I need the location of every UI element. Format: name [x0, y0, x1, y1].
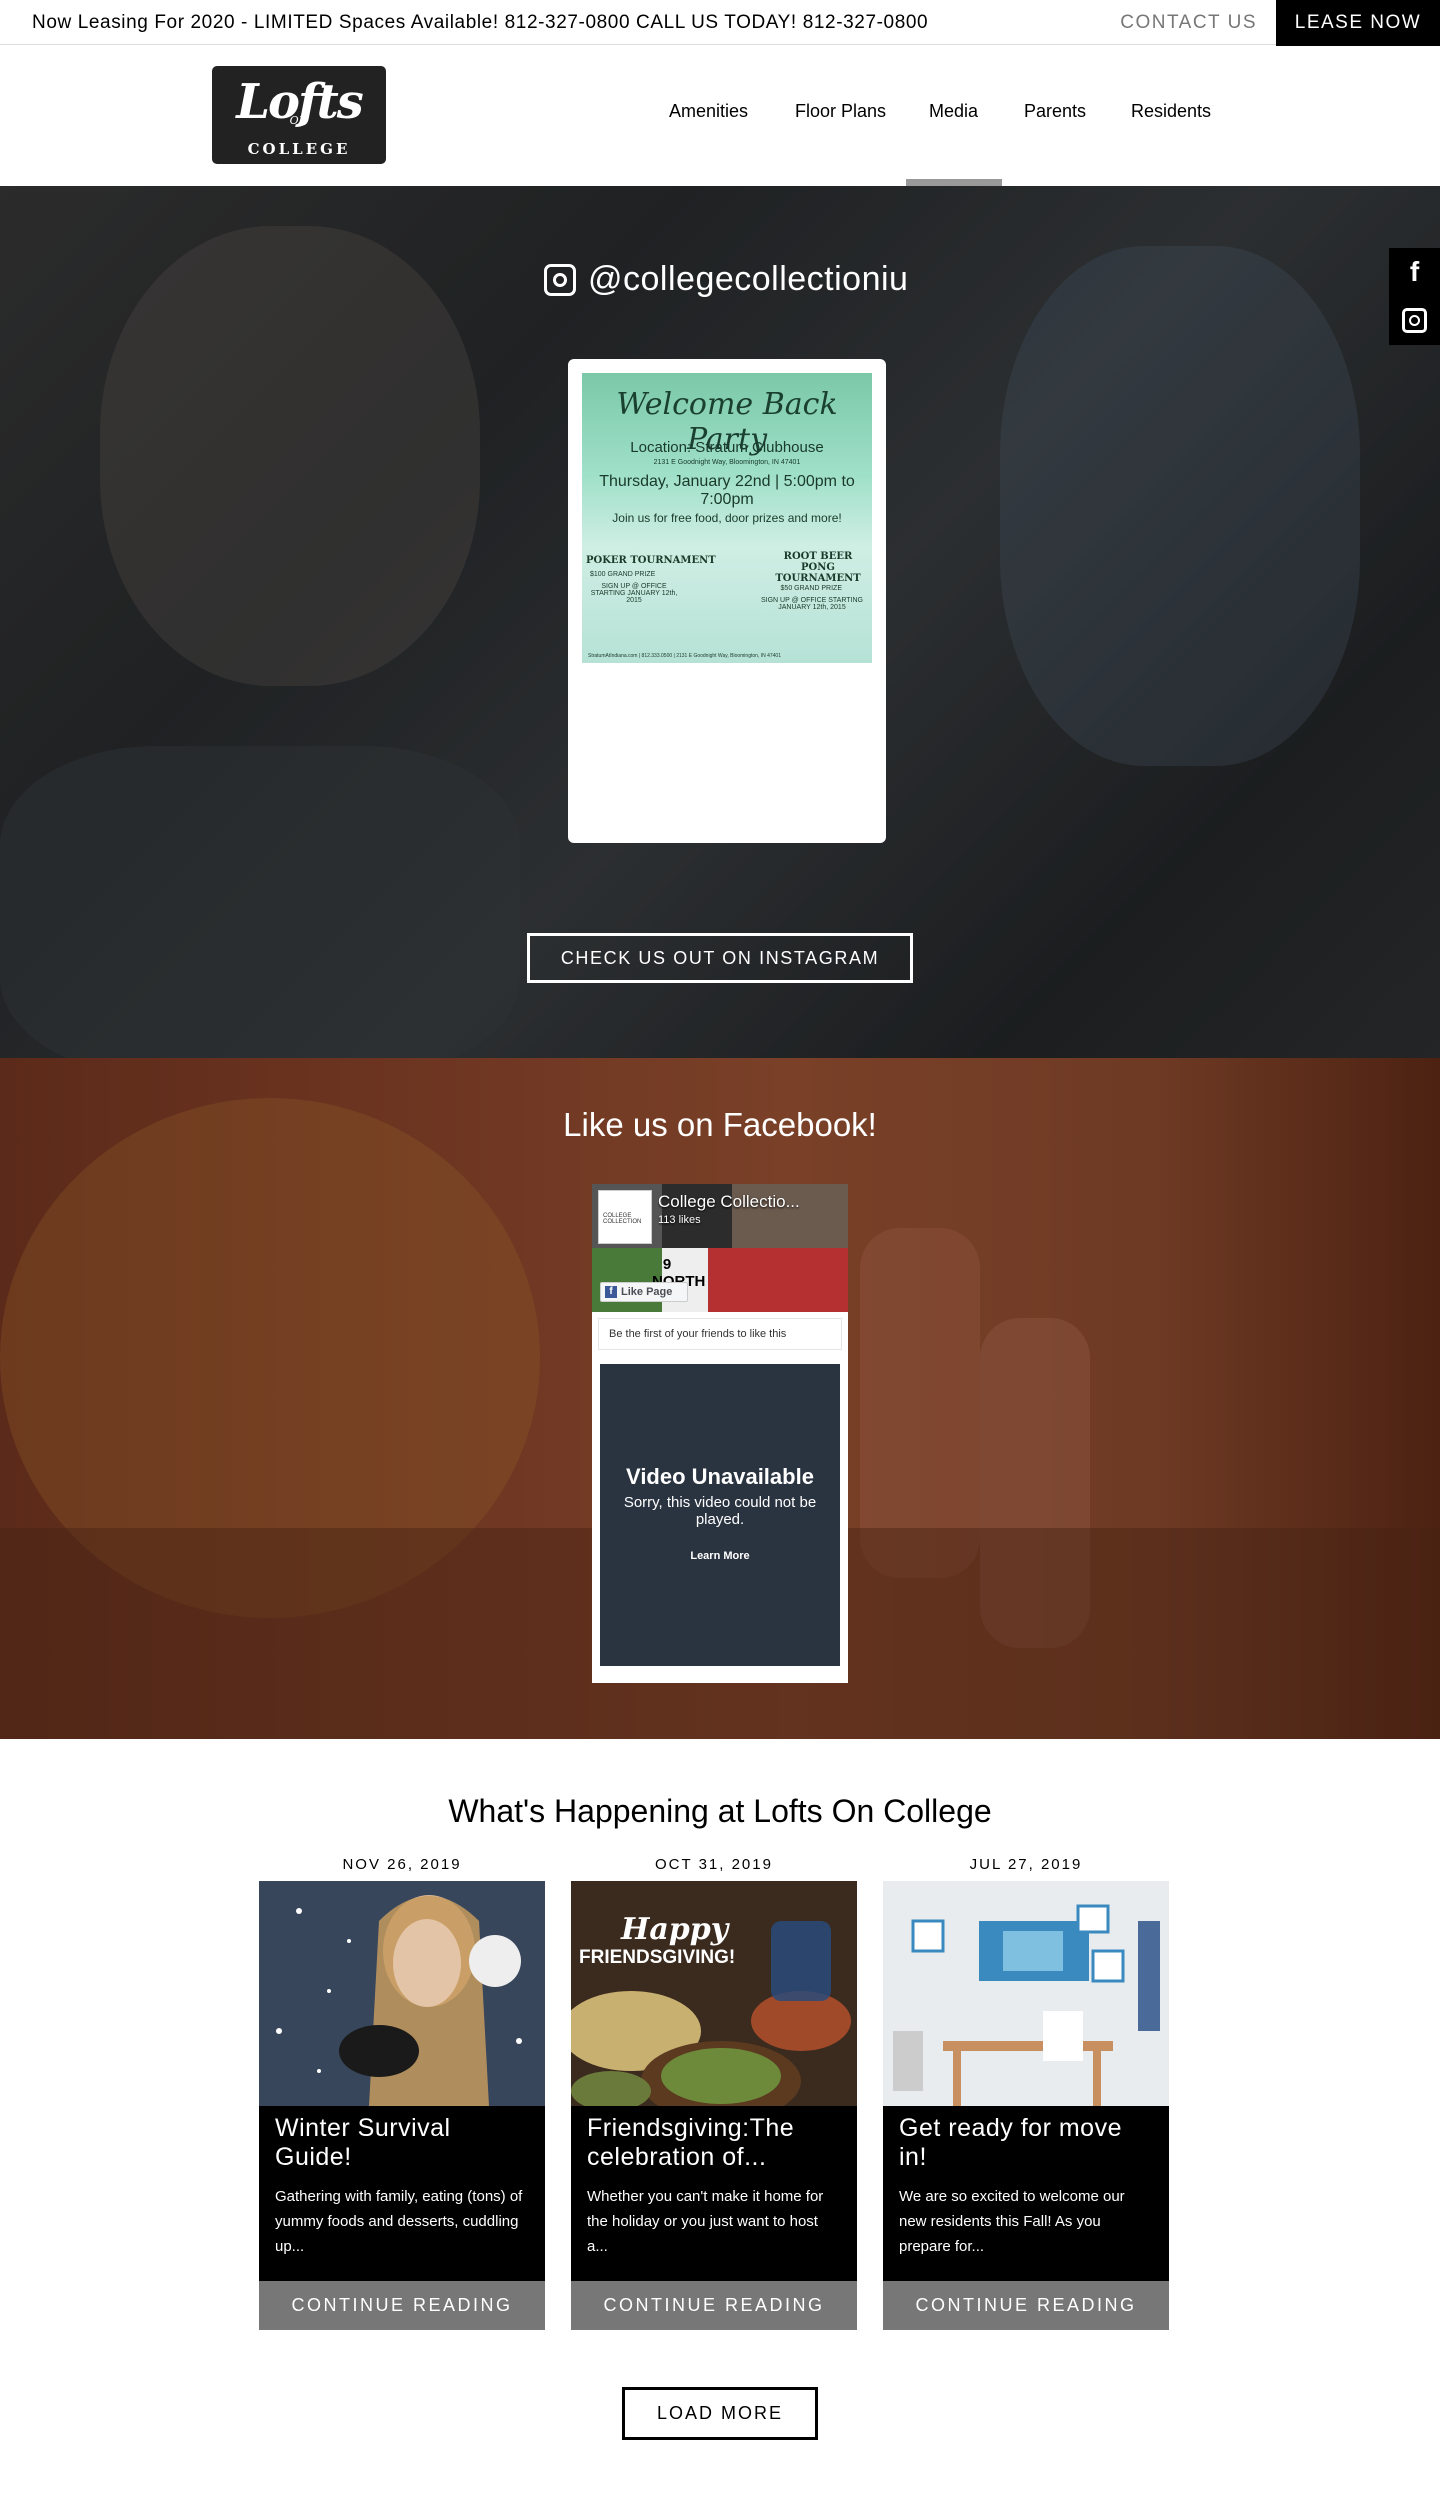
news-text-block: Friendsgiving:The celebration of... Whet…: [571, 2106, 857, 2281]
continue-reading-button[interactable]: CONTINUE READING: [883, 2281, 1169, 2330]
instagram-section: @collegecollectioniu Welcome Back Party …: [0, 186, 1440, 1058]
instagram-handle-text: @collegecollectioniu: [588, 260, 909, 298]
site-logo[interactable]: Lofts ON COLLEGE: [212, 66, 386, 164]
facebook-heading: Like us on Facebook!: [563, 1106, 877, 1143]
post-address: 2131 E Goodnight Way, Bloomington, IN 47…: [653, 459, 801, 466]
cover-tile: [708, 1248, 848, 1312]
news-date: OCT 31, 2019: [655, 1856, 773, 1873]
load-more-button[interactable]: LOAD MORE: [622, 2387, 818, 2440]
news-image-winter[interactable]: [259, 1881, 545, 2106]
image-text-happy: Happy: [620, 1912, 731, 1947]
instagram-icon: [544, 263, 576, 296]
news-excerpt: Gathering with family, eating (tons) of …: [275, 2188, 523, 2255]
facebook-friends-text: Be the first of your friends to like thi…: [598, 1318, 842, 1350]
news-title[interactable]: Get ready for move in!: [899, 2114, 1153, 2172]
news-section: What's Happening at Lofts On College NOV…: [0, 1739, 1440, 2500]
instagram-feed-card[interactable]: Welcome Back Party Location: Stratum Clu…: [568, 359, 886, 843]
news-card[interactable]: NOV 26, 2019 Winter Survival Guide! Gath…: [259, 1855, 545, 2330]
post-rootbeer-signup: SIGN UP @ OFFICE STARTING JANUARY 12th, …: [760, 597, 863, 611]
facebook-icon: f: [605, 1286, 617, 1298]
background-photo-detail: [860, 1228, 980, 1578]
facebook-page-widget[interactable]: COLLEGE COLLECTION College Collectio... …: [592, 1184, 848, 1683]
like-page-label: Like Page: [621, 1286, 673, 1298]
facebook-section: Like us on Facebook! COLLEGE COLLECTION …: [0, 1058, 1440, 1739]
winter-photo: [259, 1881, 545, 2106]
announcement-bar: Now Leasing For 2020 - LIMITED Spaces Av…: [0, 0, 1440, 46]
instagram-cta-button[interactable]: CHECK US OUT ON INSTAGRAM: [527, 933, 913, 983]
announcement-text: Now Leasing For 2020 - LIMITED Spaces Av…: [32, 12, 929, 33]
news-card[interactable]: OCT 31, 2019 Happy FRIENDSGIVING! Friend…: [571, 1855, 857, 2330]
facebook-video-player[interactable]: Video Unavailable Sorry, this video coul…: [600, 1364, 840, 1666]
nav-item-media[interactable]: Media: [929, 101, 978, 122]
main-header: Lofts ON COLLEGE Amenities Floor Plans M…: [0, 46, 1440, 186]
nav-active-indicator: [906, 179, 1002, 186]
facebook-page-name[interactable]: College Collectio...: [658, 1192, 844, 1212]
image-text-friendsgiving: FRIENDSGIVING!: [579, 1947, 735, 1968]
move-in-photo: [883, 1881, 1169, 2106]
friendsgiving-photo: Happy FRIENDSGIVING!: [571, 1881, 857, 2106]
post-location: Location: Stratum Clubhouse: [630, 439, 824, 456]
facebook-page-avatar[interactable]: COLLEGE COLLECTION: [598, 1190, 652, 1244]
nav-item-parents[interactable]: Parents: [1024, 101, 1086, 122]
post-poker-title: POKER TOURNAMENT: [586, 555, 716, 566]
avatar-text: COLLEGE COLLECTION: [603, 1213, 642, 1225]
news-text-block: Get ready for move in! We are so excited…: [883, 2106, 1169, 2281]
news-heading: What's Happening at Lofts On College: [448, 1793, 992, 1829]
news-text-block: Winter Survival Guide! Gathering with fa…: [259, 2106, 545, 2281]
post-date: Thursday, January 22nd | 5:00pm to 7:00p…: [599, 473, 855, 508]
facebook-icon[interactable]: f: [1389, 248, 1440, 296]
news-excerpt: We are so excited to welcome our new res…: [899, 2188, 1125, 2255]
news-date: JUL 27, 2019: [969, 1856, 1083, 1873]
nav-item-amenities[interactable]: Amenities: [669, 101, 748, 122]
continue-reading-button[interactable]: CONTINUE READING: [259, 2281, 545, 2330]
lease-now-button[interactable]: LEASE NOW: [1276, 0, 1440, 46]
nav-item-floor-plans[interactable]: Floor Plans: [795, 101, 886, 122]
news-title[interactable]: Winter Survival Guide!: [275, 2114, 529, 2172]
contact-us-link[interactable]: CONTACT US: [1120, 12, 1257, 34]
post-poker-prize: $100 GRAND PRIZE: [590, 571, 656, 578]
video-learn-more-link[interactable]: Learn More: [600, 1550, 840, 1562]
news-date: NOV 26, 2019: [342, 1856, 462, 1873]
news-card[interactable]: JUL 27, 2019 Get ready for move in! We a…: [883, 1855, 1169, 2330]
post-rootbeer-title: ROOT BEER PONG TOURNAMENT: [775, 551, 861, 584]
instagram-post-image[interactable]: Welcome Back Party Location: Stratum Clu…: [582, 373, 872, 663]
video-unavailable-title: Video Unavailable: [626, 1464, 814, 1489]
instagram-icon[interactable]: [1402, 308, 1427, 333]
continue-reading-button[interactable]: CONTINUE READING: [571, 2281, 857, 2330]
news-excerpt: Whether you can't make it home for the h…: [587, 2188, 824, 2255]
nav-item-residents[interactable]: Residents: [1131, 101, 1211, 122]
video-unavailable-message: Sorry, this video could not be played.: [623, 1494, 817, 1528]
news-image-friendsgiving[interactable]: Happy FRIENDSGIVING!: [571, 1881, 857, 2106]
post-join-text: Join us for free food, door prizes and m…: [612, 511, 842, 525]
instagram-handle[interactable]: @collegecollectioniu: [544, 260, 908, 299]
post-footer: StratumAtIndiana.com | 812.333.0500 | 21…: [588, 653, 781, 659]
facebook-like-page-button[interactable]: f Like Page: [600, 1282, 688, 1302]
post-rootbeer-prize: $50 GRAND PRIZE: [780, 585, 842, 592]
logo-word-on: ON: [289, 114, 309, 127]
facebook-like-count: 113 likes: [658, 1214, 701, 1226]
news-image-move-in[interactable]: [883, 1881, 1169, 2106]
logo-word-college: COLLEGE: [247, 140, 351, 158]
post-poker-signup: SIGN UP @ OFFICE STARTING JANUARY 12th, …: [590, 583, 678, 604]
news-title[interactable]: Friendsgiving:The celebration of...: [587, 2114, 841, 2172]
social-sidebar: f: [1389, 248, 1440, 345]
facebook-cover-photo[interactable]: COLLEGE COLLECTION College Collectio... …: [592, 1184, 848, 1312]
